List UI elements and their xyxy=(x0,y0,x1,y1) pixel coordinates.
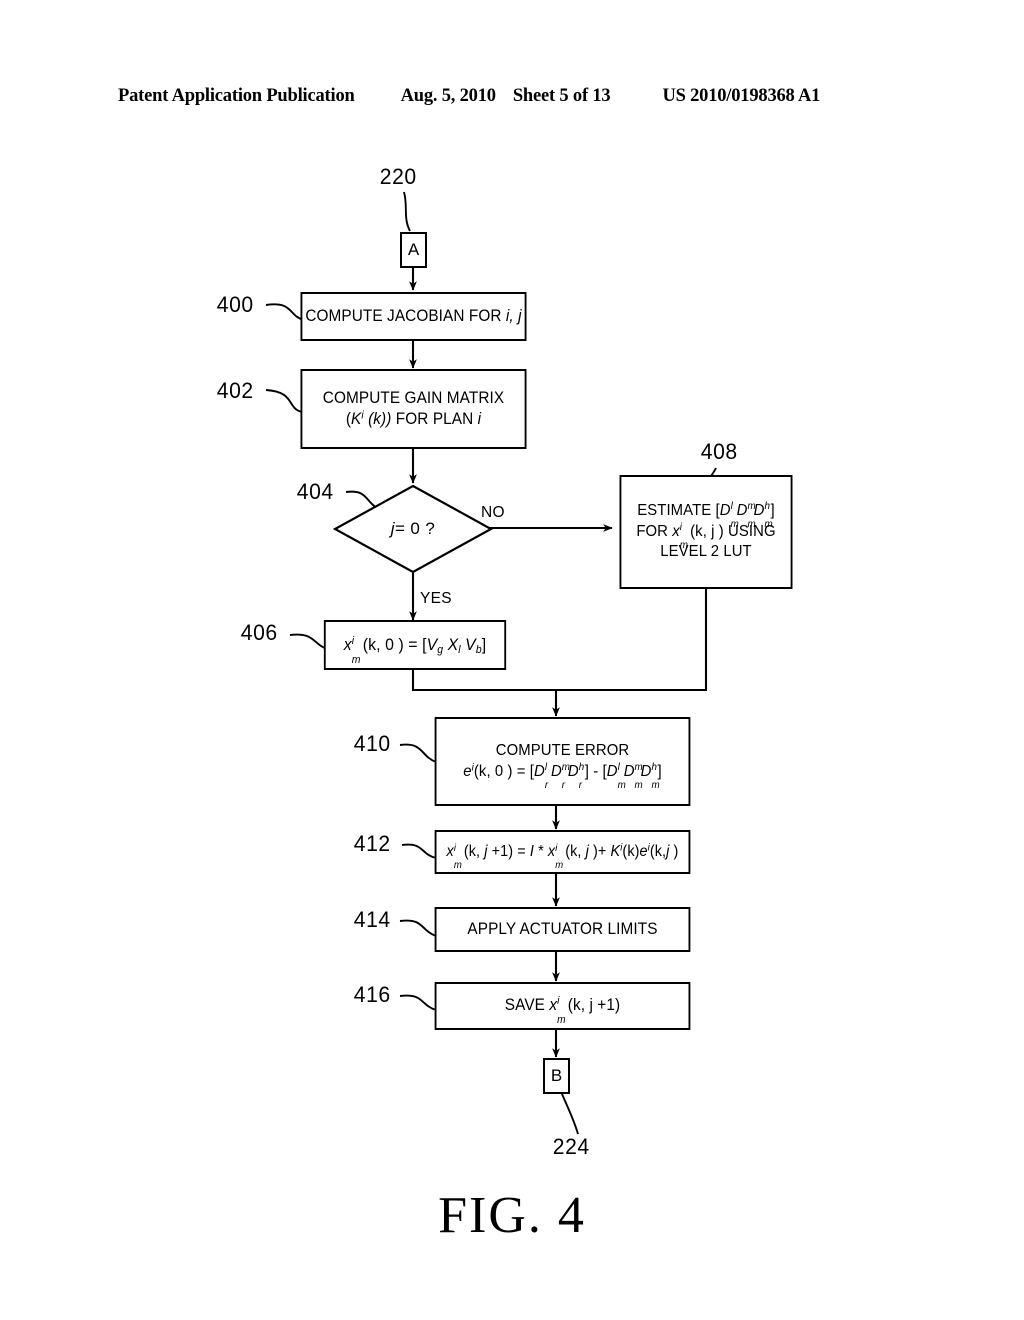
ref-numeral-408: 408 xyxy=(701,439,738,465)
node-416-save-state: SAVE xim (k, j +1) xyxy=(434,982,691,1030)
node-414-apply-actuator-limits: APPLY ACTUATOR LIMITS xyxy=(434,907,691,952)
ref-numeral-400: 400 xyxy=(217,292,254,318)
connector-b-label: B xyxy=(550,1066,563,1085)
ref-numeral-220: 220 xyxy=(380,164,417,190)
ref-numeral-408-text: 408 xyxy=(700,439,738,464)
node-406-initial-state: xim (k, 0 ) = [Vg Xl Vb] xyxy=(323,620,507,670)
ref-numeral-414-text: 414 xyxy=(353,907,391,932)
edge-label-no: NO xyxy=(481,504,505,521)
ref-numeral-412: 412 xyxy=(354,831,391,857)
node-402-line-2: (Ki (k)) FOR PLAN i xyxy=(345,409,482,428)
figure-caption-text: FIG. 4 xyxy=(438,1187,586,1244)
ref-numeral-224-text: 224 xyxy=(552,1134,590,1159)
node-400-compute-jacobian: COMPUTE JACOBIAN FOR i, j xyxy=(300,292,527,341)
ref-numeral-220-text: 220 xyxy=(379,164,417,189)
ref-numeral-412-text: 412 xyxy=(353,831,391,856)
ref-numeral-402-text: 402 xyxy=(216,378,254,403)
ref-numeral-404-text: 404 xyxy=(296,479,334,504)
node-406-text: xim (k, 0 ) = [Vg Xl Vb] xyxy=(343,635,487,667)
node-414-text: APPLY ACTUATOR LIMITS xyxy=(467,919,658,938)
node-408-line-3: LEVEL 2 LUT xyxy=(660,543,752,561)
node-412-state-update: xim (k, j +1) = I * xim (k, j )+ Ki(k)ei… xyxy=(434,830,691,874)
ref-numeral-410-text: 410 xyxy=(353,731,391,756)
node-400-text: COMPUTE JACOBIAN FOR i, j xyxy=(305,306,522,325)
node-416-text: SAVE xim (k, j +1) xyxy=(504,994,621,1026)
node-410-line-2: ei(k, 0 ) = [D l r Dm r Dh r] - [D l m Dm m Dh m] xyxy=(463,760,662,791)
ref-numeral-406: 406 xyxy=(241,620,278,646)
connector-a-label: A xyxy=(407,240,420,259)
node-402-compute-gain-matrix: COMPUTE GAIN MATRIX (Ki (k)) FOR PLAN i xyxy=(300,369,527,449)
flowchart-connector-lines xyxy=(265,191,717,1135)
ref-numeral-404: 404 xyxy=(297,479,334,505)
ref-numeral-400-text: 400 xyxy=(216,292,254,317)
ref-numeral-416-text: 416 xyxy=(353,982,391,1007)
connector-b-exit: B xyxy=(543,1058,570,1094)
figure-drawing-area: A 220 COMPUTE JACOBIAN FOR i, j 400 COMP… xyxy=(0,0,1024,1320)
connector-a-entry: A xyxy=(400,232,427,268)
figure-caption: FIG. 4 xyxy=(0,1186,1024,1245)
node-408-estimate-level2-lut: ESTIMATE [D l m Dm m Dh m] FOR xim (k, j ) USI… xyxy=(619,475,793,589)
ref-numeral-414: 414 xyxy=(354,907,391,933)
node-410-compute-error: COMPUTE ERROR ei(k, 0 ) = [D l r Dm r Dh r] - … xyxy=(434,717,691,806)
ref-numeral-410: 410 xyxy=(354,731,391,757)
node-404-text: j = 0 ? xyxy=(390,519,436,538)
ref-numeral-224: 224 xyxy=(553,1134,590,1160)
node-410-line-1: COMPUTE ERROR xyxy=(495,742,630,760)
ref-numeral-406-text: 406 xyxy=(240,620,278,645)
ref-numeral-402: 402 xyxy=(217,378,254,404)
node-400-vars: i, j xyxy=(505,306,522,325)
ref-numeral-416: 416 xyxy=(354,982,391,1008)
node-404-decision-j-equals-zero: j = 0 ? xyxy=(333,484,493,574)
node-412-text: xim (k, j +1) = I * xim (k, j )+ Ki(k)ei… xyxy=(446,842,679,872)
edge-label-yes: YES xyxy=(420,590,452,607)
node-402-line-1: COMPUTE GAIN MATRIX xyxy=(322,388,505,407)
node-408-line-1: ESTIMATE [D l m Dm m Dh m] xyxy=(637,500,775,531)
